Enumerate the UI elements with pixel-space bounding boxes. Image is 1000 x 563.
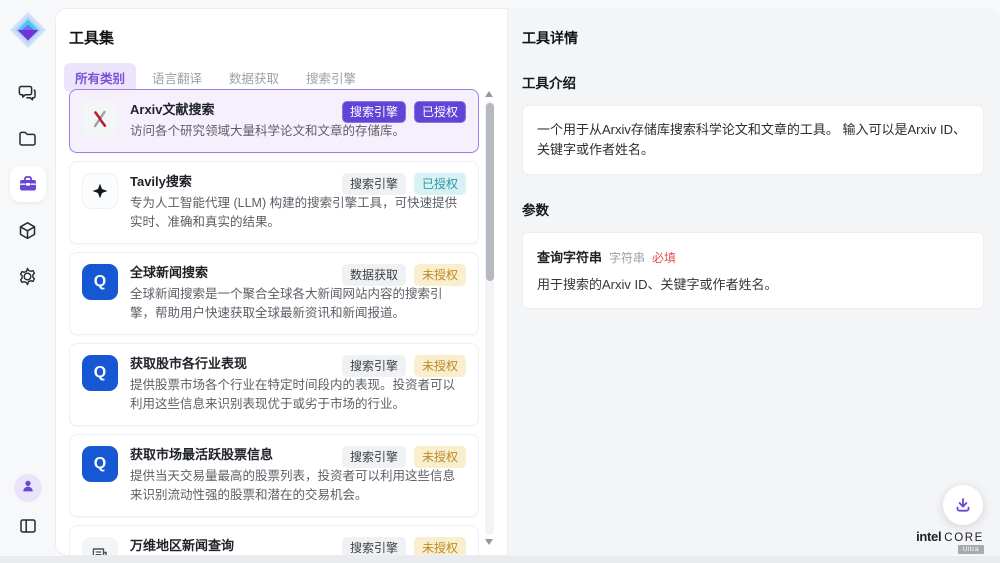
sidebar-item-user[interactable] bbox=[14, 474, 42, 502]
sidebar-item-settings[interactable] bbox=[10, 258, 46, 294]
category-badge: 搜索引擎 bbox=[342, 446, 406, 468]
scrollbar-thumb[interactable] bbox=[486, 103, 494, 281]
params-heading: 参数 bbox=[522, 199, 1000, 219]
intro-text: 一个用于从Arxiv存储库搜索科学论文和文章的工具。 输入可以是Arxiv ID… bbox=[537, 120, 969, 160]
gear-icon bbox=[17, 266, 38, 287]
category-tab-3[interactable]: 搜索引擎 bbox=[295, 63, 367, 92]
tool-badges: 搜索引擎未授权 bbox=[342, 537, 466, 555]
tool-badges: 数据获取未授权 bbox=[342, 264, 466, 286]
scrollbar bbox=[485, 89, 494, 547]
arxiv-icon bbox=[82, 101, 118, 137]
category-badge: 搜索引擎 bbox=[342, 537, 406, 555]
tool-badges: 搜索引擎已授权 bbox=[342, 101, 466, 123]
tool-description: 提供股票市场各个行业在特定时间段内的表现。投资者可以利用这些信息来识别表现优于或… bbox=[130, 376, 466, 414]
tool-description: 全球新闻搜索是一个聚合全球各大新闻网站内容的搜索引擎，帮助用户快速获取全球最新资… bbox=[130, 285, 466, 323]
tool-badges: 搜索引擎已授权 bbox=[342, 173, 466, 195]
newspaper-icon bbox=[82, 537, 118, 555]
auth-status-badge: 未授权 bbox=[414, 537, 466, 555]
auth-status-badge: 未授权 bbox=[414, 355, 466, 377]
panel-icon bbox=[18, 516, 38, 536]
auth-status-badge: 已授权 bbox=[414, 101, 466, 123]
category-badge: 数据获取 bbox=[342, 264, 406, 286]
category-tab-1[interactable]: 语言翻译 bbox=[141, 63, 213, 92]
category-badge: 搜索引擎 bbox=[342, 173, 406, 195]
bottom-edge bbox=[0, 556, 1000, 563]
folder-icon bbox=[17, 128, 38, 149]
tool-card[interactable]: Q全球新闻搜索全球新闻搜索是一个聚合全球各大新闻网站内容的搜索引擎，帮助用户快速… bbox=[69, 252, 479, 335]
package-icon bbox=[17, 220, 38, 241]
sidebar-item-chat[interactable] bbox=[10, 74, 46, 110]
download-button[interactable] bbox=[943, 485, 983, 525]
tool-card[interactable]: Tavily搜索专为人工智能代理 (LLM) 构建的搜索引擎工具，可快速提供实时… bbox=[69, 161, 479, 244]
sidebar bbox=[0, 0, 55, 556]
tool-badges: 搜索引擎未授权 bbox=[342, 355, 466, 377]
category-tab-2[interactable]: 数据获取 bbox=[218, 63, 290, 92]
tool-list: Arxiv文献搜索访问各个研究领域大量科学论文和文章的存储库。搜索引擎已授权 Ta… bbox=[69, 89, 479, 555]
intro-card: 一个用于从Arxiv存储库搜索科学论文和文章的工具。 输入可以是Arxiv ID… bbox=[522, 105, 984, 175]
detail-title: 工具详情 bbox=[522, 28, 1000, 48]
app-logo-diamond-icon bbox=[8, 10, 48, 50]
tool-card[interactable]: Q获取市场最活跃股票信息提供当天交易量最高的股票列表，投资者可以利用这些信息来识… bbox=[69, 434, 479, 517]
category-badge: 搜索引擎 bbox=[342, 355, 406, 377]
param-head: 查询字符串 字符串 必填 bbox=[537, 247, 969, 266]
sidebar-item-toolbox[interactable] bbox=[10, 166, 46, 202]
sidebar-item-panel-toggle[interactable] bbox=[10, 511, 46, 541]
intro-heading: 工具介绍 bbox=[522, 72, 1000, 92]
param-card: 查询字符串 字符串 必填 用于搜索的Arxiv ID、关键字或作者姓名。 bbox=[522, 232, 984, 309]
sidebar-bottom bbox=[10, 474, 46, 541]
sidebar-item-folder[interactable] bbox=[10, 120, 46, 156]
tool-detail-panel: 工具详情 工具介绍 一个用于从Arxiv存储库搜索科学论文和文章的工具。 输入可… bbox=[508, 8, 1000, 556]
tool-card[interactable]: Q获取股市各行业表现提供股票市场各个行业在特定时间段内的表现。投资者可以利用这些… bbox=[69, 343, 479, 426]
user-avatar-icon bbox=[20, 478, 36, 499]
tool-description: 访问各个研究领域大量科学论文和文章的存储库。 bbox=[130, 122, 466, 141]
chat-icon bbox=[17, 82, 38, 103]
qblue-icon: Q bbox=[82, 446, 118, 482]
tool-list-panel: 工具集 所有类别语言翻译数据获取搜索引擎 Arxiv文献搜索访问各个研究领域大量… bbox=[55, 8, 508, 556]
qblue-icon: Q bbox=[82, 355, 118, 391]
category-tab-0[interactable]: 所有类别 bbox=[64, 63, 136, 92]
page-title: 工具集 bbox=[69, 27, 507, 48]
auth-status-badge: 未授权 bbox=[414, 446, 466, 468]
param-required-badge: 必填 bbox=[652, 249, 676, 266]
auth-status-badge: 未授权 bbox=[414, 264, 466, 286]
tool-badges: 搜索引擎未授权 bbox=[342, 446, 466, 468]
tavily-icon bbox=[82, 173, 118, 209]
tool-card[interactable]: 万维地区新闻查询查询具体行政区划内的新闻，快速了解各地新闻动搜索引擎未授权 bbox=[69, 525, 479, 555]
tool-description: 专为人工智能代理 (LLM) 构建的搜索引擎工具，可快速提供实时、准确和真实的结… bbox=[130, 194, 466, 232]
category-tabs: 所有类别语言翻译数据获取搜索引擎 bbox=[64, 63, 507, 92]
intel-core-ultra-logo: intel CORE Ultra bbox=[910, 529, 990, 554]
tool-card[interactable]: Arxiv文献搜索访问各个研究领域大量科学论文和文章的存储库。搜索引擎已授权 bbox=[69, 89, 479, 153]
qblue-icon: Q bbox=[82, 264, 118, 300]
intel-wordmark: intel bbox=[916, 529, 941, 544]
download-icon bbox=[954, 496, 972, 514]
sidebar-nav bbox=[10, 74, 46, 294]
category-badge: 搜索引擎 bbox=[342, 101, 406, 123]
auth-status-badge: 已授权 bbox=[414, 173, 466, 195]
core-wordmark: CORE bbox=[944, 532, 984, 544]
param-type: 字符串 bbox=[609, 249, 645, 266]
param-name: 查询字符串 bbox=[537, 247, 602, 266]
param-desc: 用于搜索的Arxiv ID、关键字或作者姓名。 bbox=[537, 275, 969, 294]
sidebar-item-package[interactable] bbox=[10, 212, 46, 248]
scroll-down-button[interactable] bbox=[485, 539, 493, 545]
scroll-up-button[interactable] bbox=[485, 91, 493, 97]
tool-description: 提供当天交易量最高的股票列表，投资者可以利用这些信息来识别流动性强的股票和潜在的… bbox=[130, 467, 466, 505]
toolbox-icon bbox=[17, 173, 39, 195]
ultra-badge: Ultra bbox=[958, 545, 984, 554]
